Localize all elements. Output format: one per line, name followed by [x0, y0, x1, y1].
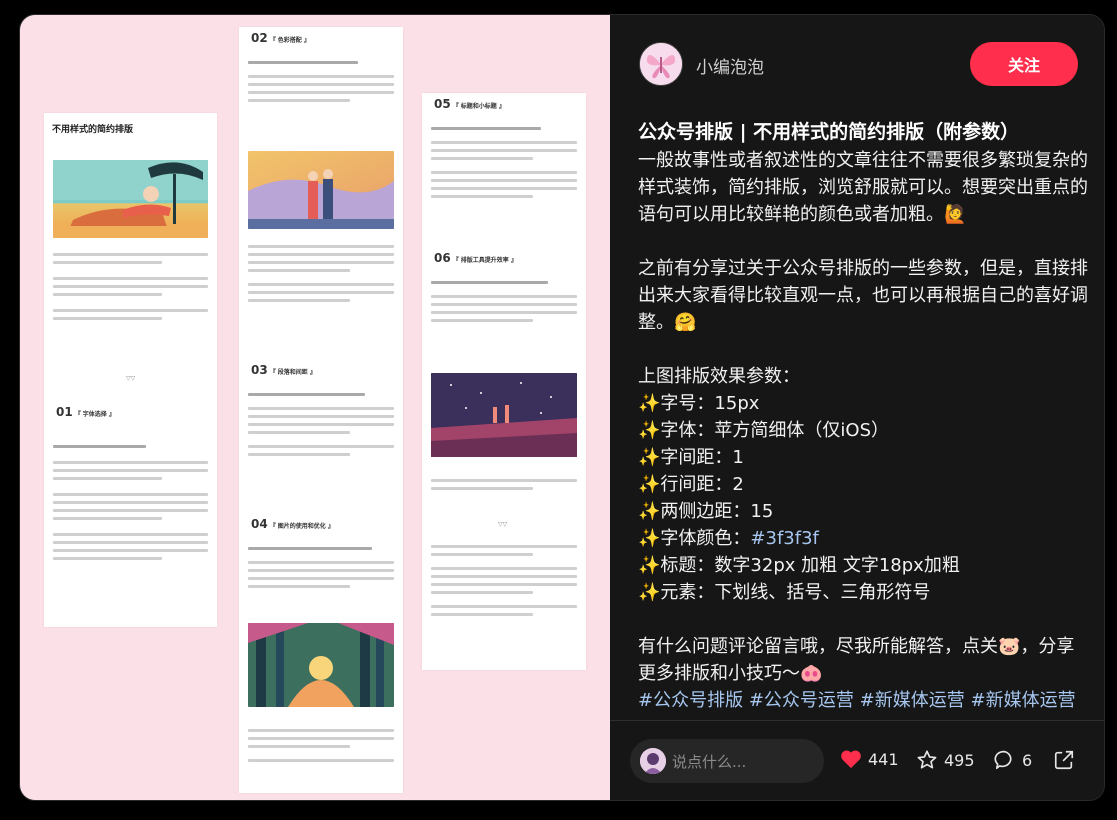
divider-mark-2: ▽▽ — [498, 521, 508, 528]
couple-illustration — [248, 151, 394, 229]
preview-page-3: 05 『 标题和小标题 』 06 『 排版工具提升效率 』 ▽▽ — [422, 93, 586, 670]
param-text: 字号：15px — [660, 393, 760, 414]
color-link[interactable]: #3f3f3f — [750, 528, 818, 549]
comment-placeholder: 说点什么... — [672, 753, 747, 771]
param-text: 两侧边距：15 — [660, 501, 774, 522]
tag-link[interactable]: #公众号排版 — [638, 690, 743, 711]
author-name[interactable]: 小编泡泡 — [696, 53, 764, 78]
param-text: 字间距：1 — [660, 447, 744, 468]
param-item: ✨元素：下划线、括号、三角形符号 — [638, 579, 1088, 606]
section-02: 02 『 色彩搭配 』 — [251, 31, 310, 45]
post-paragraph-3: 有什么问题评论留言哦，尽我所能解答，点关🐷，分享更多排版和小技巧～🐽 — [638, 636, 1075, 684]
section-04-label: 『 图片的使用和优化 』 — [269, 523, 334, 530]
star-button[interactable]: 495 — [916, 749, 975, 771]
section-04-number: 04 — [251, 517, 268, 531]
param-item: ✨字体颜色：#3f3f3f — [638, 525, 1088, 552]
comment-input[interactable]: 说点什么... — [630, 739, 824, 783]
section-05-label: 『 标题和小标题 』 — [452, 103, 505, 110]
section-03-number: 03 — [251, 363, 268, 377]
post-detail-window: 不用样式的简约排版 ▽▽ 01 『 字体选择 』 02 『 色彩搭配 』 03 … — [19, 14, 1105, 801]
sparkle-icon: ✨ — [638, 447, 661, 468]
sparkle-icon: ✨ — [638, 501, 661, 522]
param-text: 字体颜色： — [660, 528, 751, 549]
tag-link[interactable]: #公众号运营 — [749, 690, 854, 711]
sparkle-icon: ✨ — [638, 555, 661, 576]
section-06: 06 『 排版工具提升效率 』 — [434, 251, 517, 265]
section-01-number: 01 — [56, 405, 73, 419]
follow-button[interactable]: 关注 — [970, 42, 1078, 86]
section-06-number: 06 — [434, 251, 451, 265]
sparkle-icon: ✨ — [638, 528, 661, 549]
forest-illustration — [248, 623, 394, 707]
night-illustration — [431, 373, 577, 457]
engagement-bar: 说点什么... 441 495 6 — [610, 721, 1104, 800]
tag-link[interactable]: #新媒体运营 — [970, 690, 1075, 711]
section-05: 05 『 标题和小标题 』 — [434, 97, 505, 111]
star-count: 495 — [944, 750, 975, 770]
post-paragraph-2: 之前有分享过关于公众号排版的一些参数，但是，直接排出来大家看得比较直观一点，也可… — [638, 258, 1088, 333]
comment-count: 6 — [1022, 750, 1033, 770]
post-title: 公众号排版 | 不用样式的简约排版（附参数） — [638, 121, 1020, 143]
user-avatar-icon — [640, 748, 666, 774]
param-item: ✨行间距：2 — [638, 471, 1088, 498]
share-button[interactable] — [1053, 749, 1081, 771]
section-01-label: 『 字体选择 』 — [74, 411, 115, 418]
sparkle-icon: ✨ — [638, 582, 661, 603]
tag-link[interactable]: #新媒体运营 — [860, 690, 965, 711]
like-count: 441 — [868, 749, 899, 769]
post-image-preview[interactable]: 不用样式的简约排版 ▽▽ 01 『 字体选择 』 02 『 色彩搭配 』 03 … — [20, 15, 610, 800]
param-item: ✨两侧边距：15 — [638, 498, 1088, 525]
section-06-label: 『 排版工具提升效率 』 — [452, 257, 517, 264]
param-item: ✨字体：苹方简细体（仅iOS） — [638, 417, 1088, 444]
sparkle-icon: ✨ — [638, 393, 661, 414]
section-03: 03 『 段落和间距 』 — [251, 363, 316, 377]
heart-icon — [841, 750, 861, 769]
preview-title: 不用样式的简约排版 — [52, 125, 134, 135]
comment-button[interactable]: 6 — [994, 749, 1032, 771]
preview-page-2: 02 『 色彩搭配 』 03 『 段落和间距 』 04 『 图片的使用和优化 』 — [239, 27, 403, 793]
tag-list: #公众号排版 #公众号运营 #新媒体运营 #新媒体运营 — [638, 687, 1088, 714]
preview-page-1: 不用样式的简约排版 ▽▽ 01 『 字体选择 』 — [44, 113, 217, 627]
share-icon — [1054, 750, 1074, 770]
section-05-number: 05 — [434, 97, 451, 111]
param-item: ✨字号：15px — [638, 390, 1088, 417]
section-02-label: 『 色彩搭配 』 — [269, 37, 310, 44]
section-02-number: 02 — [251, 31, 268, 45]
param-text: 元素：下划线、括号、三角形符号 — [660, 582, 931, 603]
params-title: 上图排版效果参数： — [638, 366, 800, 387]
like-button[interactable]: 441 — [840, 749, 899, 769]
param-item: ✨字间距：1 — [638, 444, 1088, 471]
comment-icon — [994, 750, 1012, 770]
star-icon — [917, 750, 937, 769]
post-content: 公众号排版 | 不用样式的简约排版（附参数） 一般故事性或者叙述性的文章往往不需… — [638, 116, 1088, 719]
section-03-label: 『 段落和间距 』 — [269, 369, 316, 376]
param-text: 标题：数字32px 加粗 文字18px加粗 — [660, 555, 960, 576]
section-01: 01 『 字体选择 』 — [56, 405, 115, 419]
butterfly-avatar-icon[interactable] — [639, 42, 683, 86]
divider-mark: ▽▽ — [126, 375, 136, 382]
beach-illustration — [53, 160, 208, 238]
post-detail-panel: 小编泡泡 关注 公众号排版 | 不用样式的简约排版（附参数） 一般故事性或者叙述… — [610, 15, 1104, 800]
sparkle-icon: ✨ — [638, 420, 661, 441]
sparkle-icon: ✨ — [638, 474, 661, 495]
section-04: 04 『 图片的使用和优化 』 — [251, 517, 334, 531]
post-paragraph-1: 一般故事性或者叙述性的文章往往不需要很多繁琐复杂的样式装饰，简约排版，浏览舒服就… — [638, 150, 1088, 225]
param-item: ✨标题：数字32px 加粗 文字18px加粗 — [638, 552, 1088, 579]
param-text: 字体：苹方简细体（仅iOS） — [660, 420, 890, 441]
param-text: 行间距：2 — [660, 474, 744, 495]
author-header: 小编泡泡 关注 — [610, 15, 1104, 113]
